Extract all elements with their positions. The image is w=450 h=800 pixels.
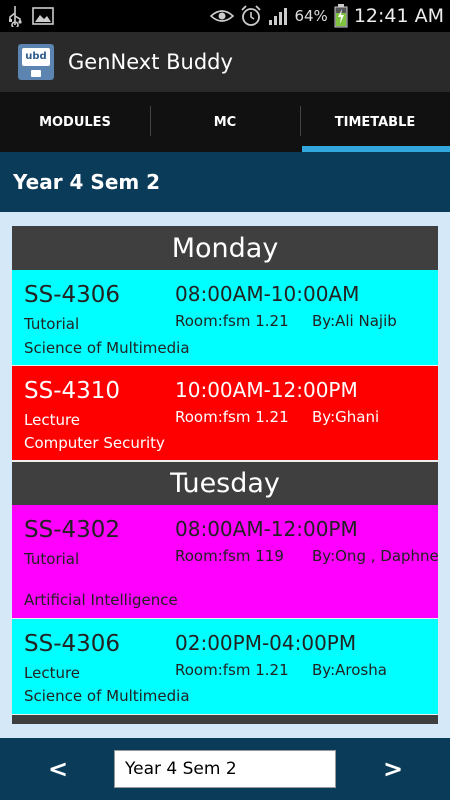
- usb-icon: [9, 6, 22, 27]
- class-room: Room:fsm 1.21: [175, 312, 289, 330]
- image-icon: [32, 7, 54, 25]
- class-time: 08:00AM-10:00AM: [175, 282, 360, 306]
- class-card[interactable]: SS-4306 02:00PM-04:00PM Lecture Room:fsm…: [12, 619, 438, 715]
- class-room: Room:fsm 1.21: [175, 408, 289, 426]
- eye-icon: [210, 10, 235, 22]
- class-name: Computer Security: [24, 434, 165, 452]
- semester-header: Year 4 Sem 2: [13, 170, 161, 194]
- schedule-panel: Monday SS-4306 08:00AM-10:00AM Tutorial …: [0, 212, 450, 738]
- class-type: Tutorial: [24, 315, 80, 333]
- app-logo-icon[interactable]: ubd: [18, 44, 54, 80]
- bottom-bar: < Year 4 Sem 2 >: [0, 738, 450, 800]
- app-title: GenNext Buddy: [68, 50, 233, 74]
- class-lecturer: By:Ong , Daphne: [312, 547, 438, 565]
- class-type: Lecture: [24, 411, 81, 429]
- status-bar: 64% 12:41 AM: [0, 0, 450, 32]
- class-room: Room:fsm 119: [175, 547, 284, 565]
- class-time: 10:00AM-12:00PM: [175, 378, 358, 402]
- class-lecturer: By:Arosha: [312, 661, 387, 679]
- class-name: Science of Multimedia: [24, 687, 190, 705]
- prev-semester-button[interactable]: <: [38, 752, 78, 786]
- class-room: Room:fsm 1.21: [175, 661, 289, 679]
- tab-bar: MODULES MC TIMETABLE: [0, 92, 450, 152]
- class-lecturer: By:Ghani: [312, 408, 380, 426]
- class-time: 02:00PM-04:00PM: [175, 631, 357, 655]
- class-time: 08:00AM-12:00PM: [175, 517, 358, 541]
- class-lecturer: By:Ali Najib: [312, 312, 397, 330]
- class-card[interactable]: SS-4306 08:00AM-10:00AM Tutorial Room:fs…: [12, 270, 438, 366]
- class-code: SS-4310: [24, 378, 121, 404]
- tab-modules[interactable]: MODULES: [0, 92, 150, 152]
- battery-charging-icon: [334, 4, 348, 28]
- tab-mc[interactable]: MC: [150, 92, 300, 152]
- timetable-content: Year 4 Sem 2 Monday SS-4306 08:00AM-10:0…: [0, 152, 450, 738]
- class-card[interactable]: SS-4302 08:00AM-12:00PM Tutorial Room:fs…: [12, 505, 438, 619]
- class-code: SS-4306: [24, 282, 121, 308]
- class-type: Tutorial: [24, 550, 80, 568]
- next-semester-button[interactable]: >: [373, 752, 413, 786]
- clock: 12:41 AM: [353, 5, 444, 27]
- class-type: Lecture: [24, 664, 81, 682]
- class-name: Science of Multimedia: [24, 339, 190, 357]
- semester-select[interactable]: Year 4 Sem 2: [114, 750, 336, 788]
- tab-timetable[interactable]: TIMETABLE: [300, 92, 450, 152]
- class-name: Artificial Intelligence: [24, 591, 178, 609]
- day-header-tuesday: Tuesday: [12, 461, 438, 505]
- class-code: SS-4302: [24, 517, 121, 543]
- class-code: SS-4306: [24, 631, 121, 657]
- battery-percentage: 64%: [294, 7, 328, 25]
- schedule-list[interactable]: Monday SS-4306 08:00AM-10:00AM Tutorial …: [12, 226, 438, 724]
- class-card[interactable]: SS-4310 10:00AM-12:00PM Lecture Room:fsm…: [12, 366, 438, 461]
- action-bar: ubd GenNext Buddy: [0, 32, 450, 92]
- day-header-monday: Monday: [12, 226, 438, 270]
- alarm-icon: [241, 5, 262, 26]
- signal-icon: [269, 8, 288, 25]
